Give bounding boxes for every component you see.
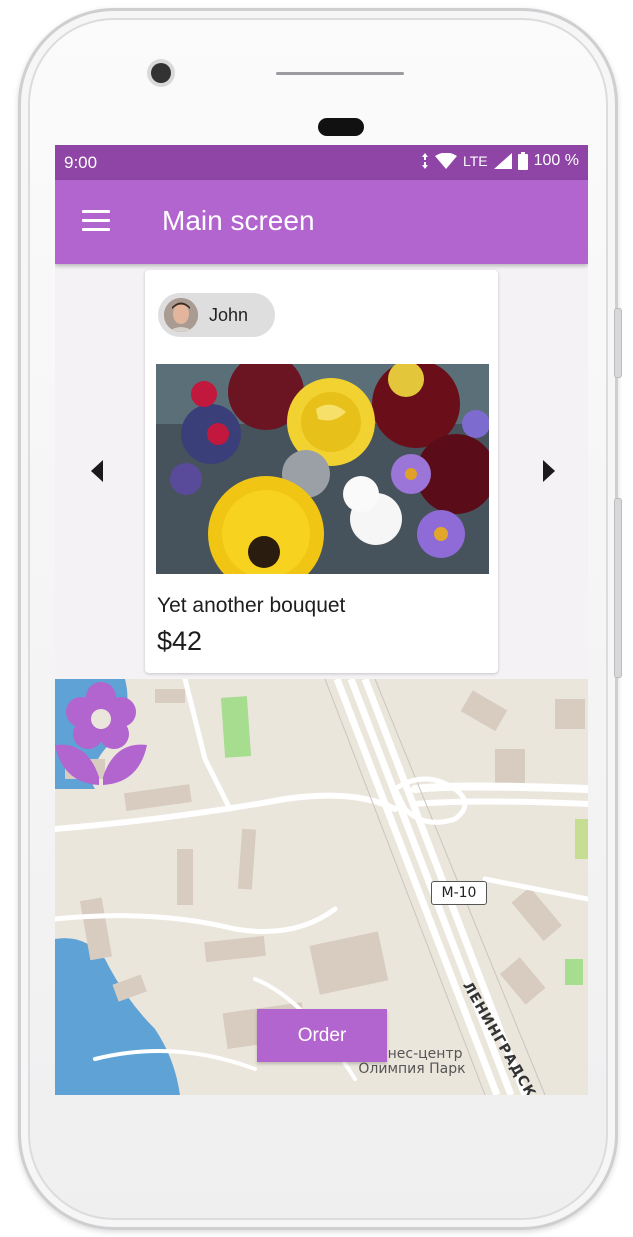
app-bar: Main screen (55, 180, 588, 264)
front-camera (151, 63, 171, 83)
avatar (164, 298, 198, 332)
bouquet-title: Yet another bouquet (157, 594, 346, 617)
order-button[interactable]: Order (257, 1009, 387, 1062)
arrow-right-icon[interactable] (543, 460, 555, 482)
bouquet-price: $42 (157, 626, 203, 656)
power-button (614, 308, 622, 378)
volume-button (614, 498, 622, 678)
bouquet-photo (156, 364, 489, 574)
phone-screen: 9:00 LTE 100 % Main screen John Yet anot… (55, 145, 588, 1095)
carousel: John Yet another bouquet $42 (55, 264, 588, 679)
earpiece-speaker (276, 72, 404, 75)
page-title: Main screen (162, 205, 315, 236)
arrow-left-icon[interactable] (91, 460, 103, 482)
proximity-sensor (318, 118, 364, 136)
user-name: John (209, 305, 249, 325)
battery-level: 100 % (533, 152, 579, 169)
hamburger-menu-icon[interactable] (82, 210, 110, 232)
bouquet-card[interactable]: John Yet another bouquet $42 (145, 270, 498, 673)
status-time: 9:00 (64, 153, 98, 172)
network-type: LTE (462, 153, 488, 169)
map-view[interactable]: M-10 ЛЕНИНГРАДСК Бизнес-центр Олимпия Па… (55, 679, 588, 1095)
status-bar: 9:00 LTE 100 % (55, 145, 588, 180)
flower-icon[interactable] (55, 679, 147, 789)
wifi-icon (434, 153, 457, 169)
data-arrows-icon (421, 153, 428, 169)
user-chip[interactable]: John (158, 293, 275, 337)
status-icons: LTE 100 % (421, 152, 579, 170)
signal-icon (493, 153, 512, 169)
road-shield: M-10 (431, 881, 487, 905)
poi-line-2: Олимпия Парк (358, 1061, 466, 1077)
battery-icon (517, 152, 528, 170)
